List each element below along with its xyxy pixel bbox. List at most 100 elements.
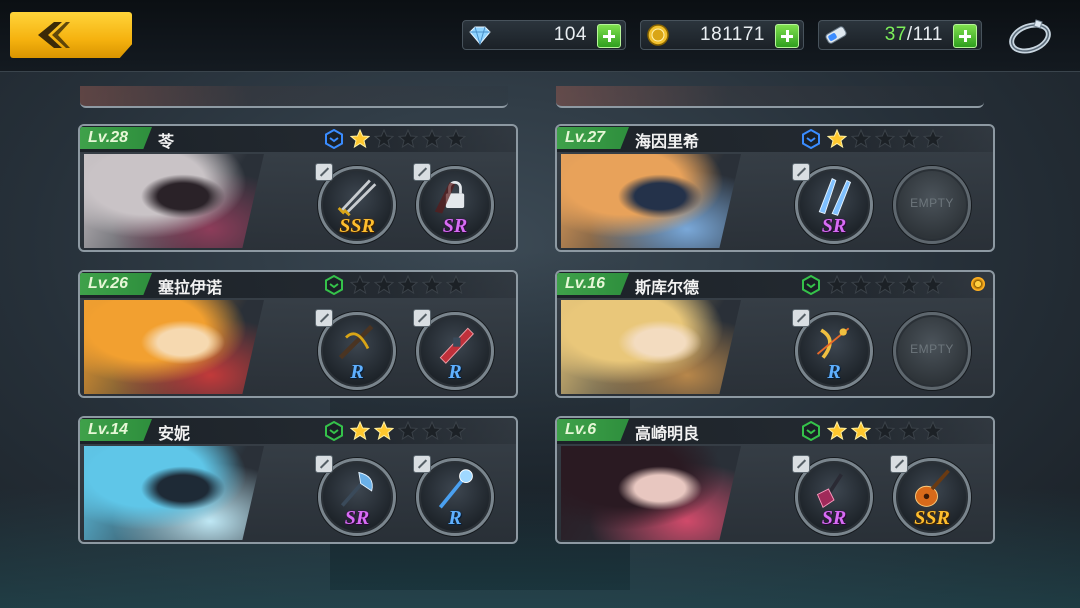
add-crystals-button[interactable] <box>597 24 621 48</box>
ring-settings-icon[interactable] <box>1006 12 1054 60</box>
weapon-rarity: R <box>448 361 462 383</box>
character-name: 斯库尔德 <box>635 278 700 297</box>
character-portrait <box>561 154 741 248</box>
star-empty-icon <box>898 274 920 295</box>
star-filled-icon <box>373 420 395 441</box>
previous-card-stub <box>80 86 508 108</box>
weapon-rarity: SSR <box>914 507 950 529</box>
character-name: 海因里希 <box>635 132 700 151</box>
golden-bow-icon <box>816 327 850 359</box>
star-empty-icon <box>397 420 419 441</box>
acoustic-guitar-icon <box>915 469 950 507</box>
star-empty-icon <box>421 420 443 441</box>
stamina-counter: 37/111 <box>818 20 982 50</box>
axe-icon <box>340 471 373 507</box>
weapon-rarity: SSR <box>339 215 375 237</box>
character-card[interactable]: Lv.26 塞拉伊诺 R R <box>78 270 518 398</box>
add-stamina-button[interactable] <box>953 24 977 48</box>
rank-hexagon-icon <box>325 275 343 295</box>
character-portrait <box>84 154 264 248</box>
star-empty-icon <box>445 420 467 441</box>
weapon-rarity: SR <box>821 215 847 237</box>
weapon-slot[interactable]: SSR <box>315 163 396 244</box>
rank-hexagon-icon <box>802 421 820 441</box>
character-portrait <box>561 300 741 394</box>
star-empty-icon <box>397 274 419 295</box>
weapon-slot[interactable]: R <box>413 309 494 390</box>
weapon-rarity: SR <box>344 507 370 529</box>
weapon-slot[interactable]: SR <box>315 455 396 536</box>
weapon-rarity: R <box>350 361 364 383</box>
back-arrow-icon <box>38 22 70 48</box>
weapon-slot[interactable]: R <box>792 309 873 390</box>
weapon-slot[interactable]: R <box>413 455 494 536</box>
star-rating <box>349 128 467 149</box>
weapon-slot-empty[interactable]: EMPTY <box>893 312 971 390</box>
star-filled-icon <box>826 128 848 149</box>
star-empty-icon <box>850 274 872 295</box>
gold-coin-icon <box>647 24 669 46</box>
stamina-value: 37/111 <box>885 24 943 46</box>
red-launcher-icon <box>439 327 474 364</box>
weapon-rarity: R <box>448 507 462 529</box>
weapon-rarity: SR <box>821 507 847 529</box>
crossbow-icon <box>338 324 374 360</box>
star-filled-icon <box>850 420 872 441</box>
weapon-slot-empty[interactable]: EMPTY <box>893 166 971 244</box>
character-card[interactable]: Lv.16 斯库尔德 R EMPTY <box>555 270 995 398</box>
character-portrait <box>84 300 264 394</box>
star-rating <box>826 420 944 441</box>
star-rating <box>349 420 467 441</box>
weapon-slot[interactable]: SR <box>413 163 494 244</box>
rank-hexagon-icon <box>802 275 820 295</box>
empty-slot-label: EMPTY <box>910 342 954 356</box>
star-empty-icon <box>373 128 395 149</box>
top-bar: 104 181171 37/111 <box>0 0 1080 72</box>
star-empty-icon <box>874 420 896 441</box>
crystal-icon <box>469 26 491 46</box>
back-button[interactable] <box>10 12 132 58</box>
stamina-current: 37 <box>884 24 907 45</box>
gold-counter: 181171 <box>640 20 804 50</box>
star-rating <box>826 128 944 149</box>
star-empty-icon <box>349 274 371 295</box>
card-header: Lv.16 斯库尔德 <box>557 272 993 298</box>
character-card[interactable]: Lv.14 安妮 SR R <box>78 416 518 544</box>
character-card[interactable]: Lv.27 海因里希 SR EMPTY <box>555 124 995 252</box>
previous-card-stub <box>556 86 984 108</box>
weapon-slot[interactable]: R <box>315 309 396 390</box>
star-empty-icon <box>922 274 944 295</box>
blue-blades-icon <box>818 178 852 216</box>
level-text: Lv.27 <box>565 129 606 146</box>
add-gold-button[interactable] <box>775 24 799 48</box>
character-portrait <box>84 446 264 540</box>
star-filled-icon <box>349 128 371 149</box>
star-filled-icon <box>349 420 371 441</box>
level-text: Lv.6 <box>565 421 597 438</box>
level-text: Lv.14 <box>88 421 129 438</box>
character-card[interactable]: Lv.28 苓 SSR SR <box>78 124 518 252</box>
twin-swords-icon <box>337 179 377 217</box>
rank-hexagon-icon <box>325 129 343 149</box>
character-name: 高崎明良 <box>635 424 700 443</box>
rank-hexagon-icon <box>802 129 820 149</box>
weapon-slot[interactable]: SSR <box>890 455 971 536</box>
rank-hexagon-icon <box>325 421 343 441</box>
star-empty-icon <box>898 128 920 149</box>
character-card[interactable]: Lv.6 高崎明良 SR SSR <box>555 416 995 544</box>
star-empty-icon <box>373 274 395 295</box>
level-badge: Lv.26 <box>80 273 152 295</box>
star-filled-icon <box>826 420 848 441</box>
weapon-slot[interactable]: SR <box>792 163 873 244</box>
level-badge: Lv.14 <box>80 419 152 441</box>
weapon-rarity: R <box>827 361 841 383</box>
star-empty-icon <box>445 274 467 295</box>
weapon-slot[interactable]: SR <box>792 455 873 536</box>
card-header: Lv.14 安妮 <box>80 418 516 444</box>
level-badge: Lv.16 <box>557 273 629 295</box>
level-text: Lv.26 <box>88 275 129 292</box>
star-empty-icon <box>922 128 944 149</box>
lock-icon <box>434 181 465 214</box>
star-empty-icon <box>850 128 872 149</box>
character-portrait <box>561 446 741 540</box>
